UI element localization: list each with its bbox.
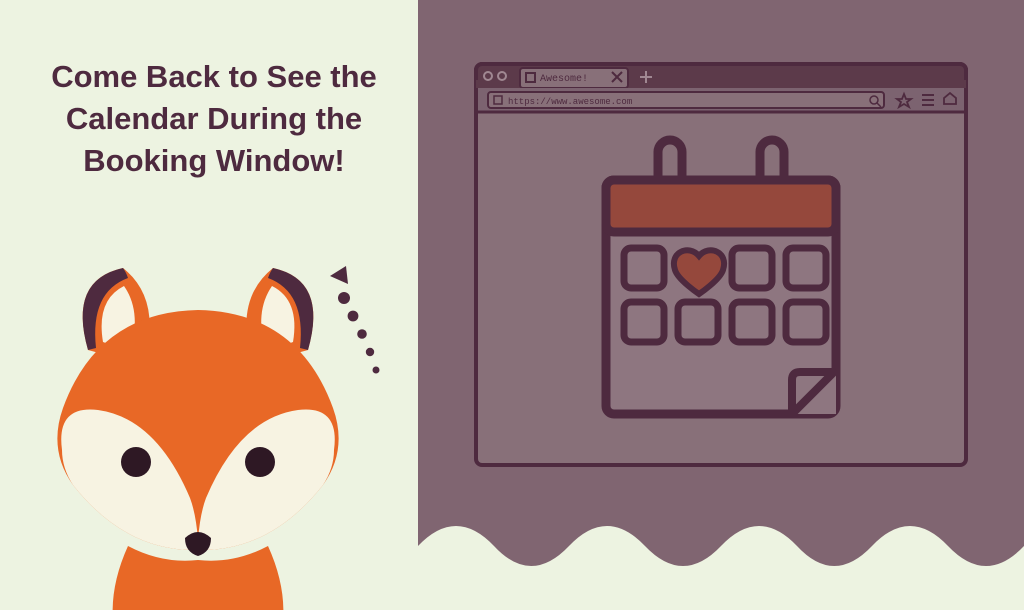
left-panel: Come Back to See the Calendar During the…	[0, 0, 418, 576]
browser-tab-label: Awesome!	[540, 74, 588, 85]
calendar-icon	[606, 140, 836, 414]
browser-url-text: https://www.awesome.com	[508, 97, 632, 107]
browser-window-icon: Awesome! https://www.awesome.com	[474, 62, 968, 467]
page-heading: Come Back to See the Calendar During the…	[40, 56, 388, 182]
wavy-divider-icon	[418, 506, 1024, 576]
right-panel: Awesome! https://www.awesome.com	[418, 0, 1024, 576]
fox-illustration-icon	[18, 250, 378, 610]
